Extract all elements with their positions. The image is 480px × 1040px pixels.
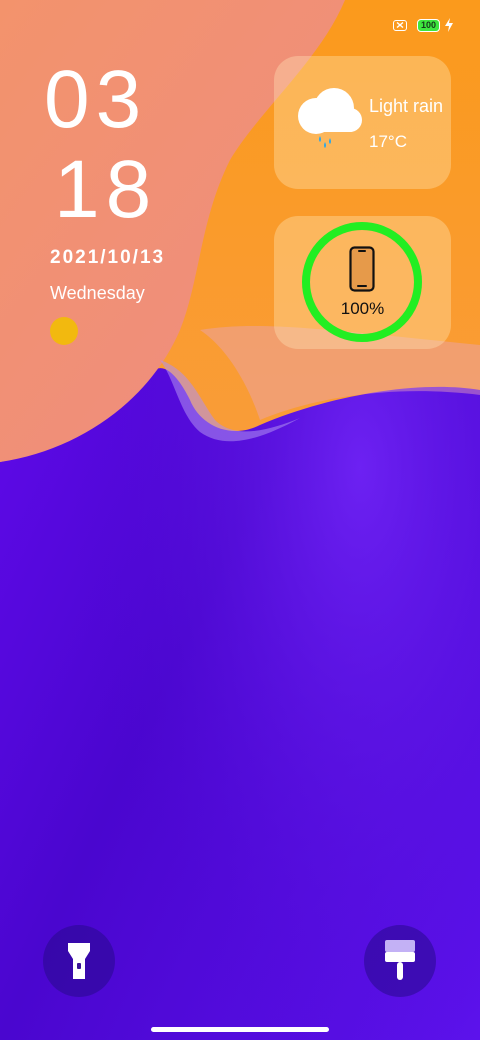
battery-percent: 100% <box>340 299 385 318</box>
theme-button[interactable] <box>364 925 436 997</box>
x-badge-icon <box>392 19 407 31</box>
weekday-label: Wednesday <box>50 283 145 303</box>
phone-icon <box>349 246 375 292</box>
cloud-rain-icon <box>298 88 362 148</box>
weather-temperature: 17°C <box>369 132 407 151</box>
battery-icon: 100 <box>416 18 440 32</box>
status-bar: 100 <box>392 18 454 32</box>
weather-condition: Light rain <box>369 96 444 116</box>
clock-hour: 03 <box>44 54 148 145</box>
lock-clock: 03 18 <box>44 58 157 232</box>
battery-widget[interactable]: 100% <box>274 216 451 349</box>
home-indicator[interactable] <box>151 1027 329 1032</box>
theme-brush-icon <box>385 940 415 980</box>
flashlight-icon <box>68 943 90 979</box>
date-label: 2021/10/13 <box>50 247 166 268</box>
clock-minute: 18 <box>54 144 158 235</box>
weather-widget[interactable]: Light rain 17°C <box>274 56 451 189</box>
charging-bolt-icon <box>445 18 453 32</box>
flashlight-button[interactable] <box>43 925 115 997</box>
sun-icon <box>50 317 78 345</box>
